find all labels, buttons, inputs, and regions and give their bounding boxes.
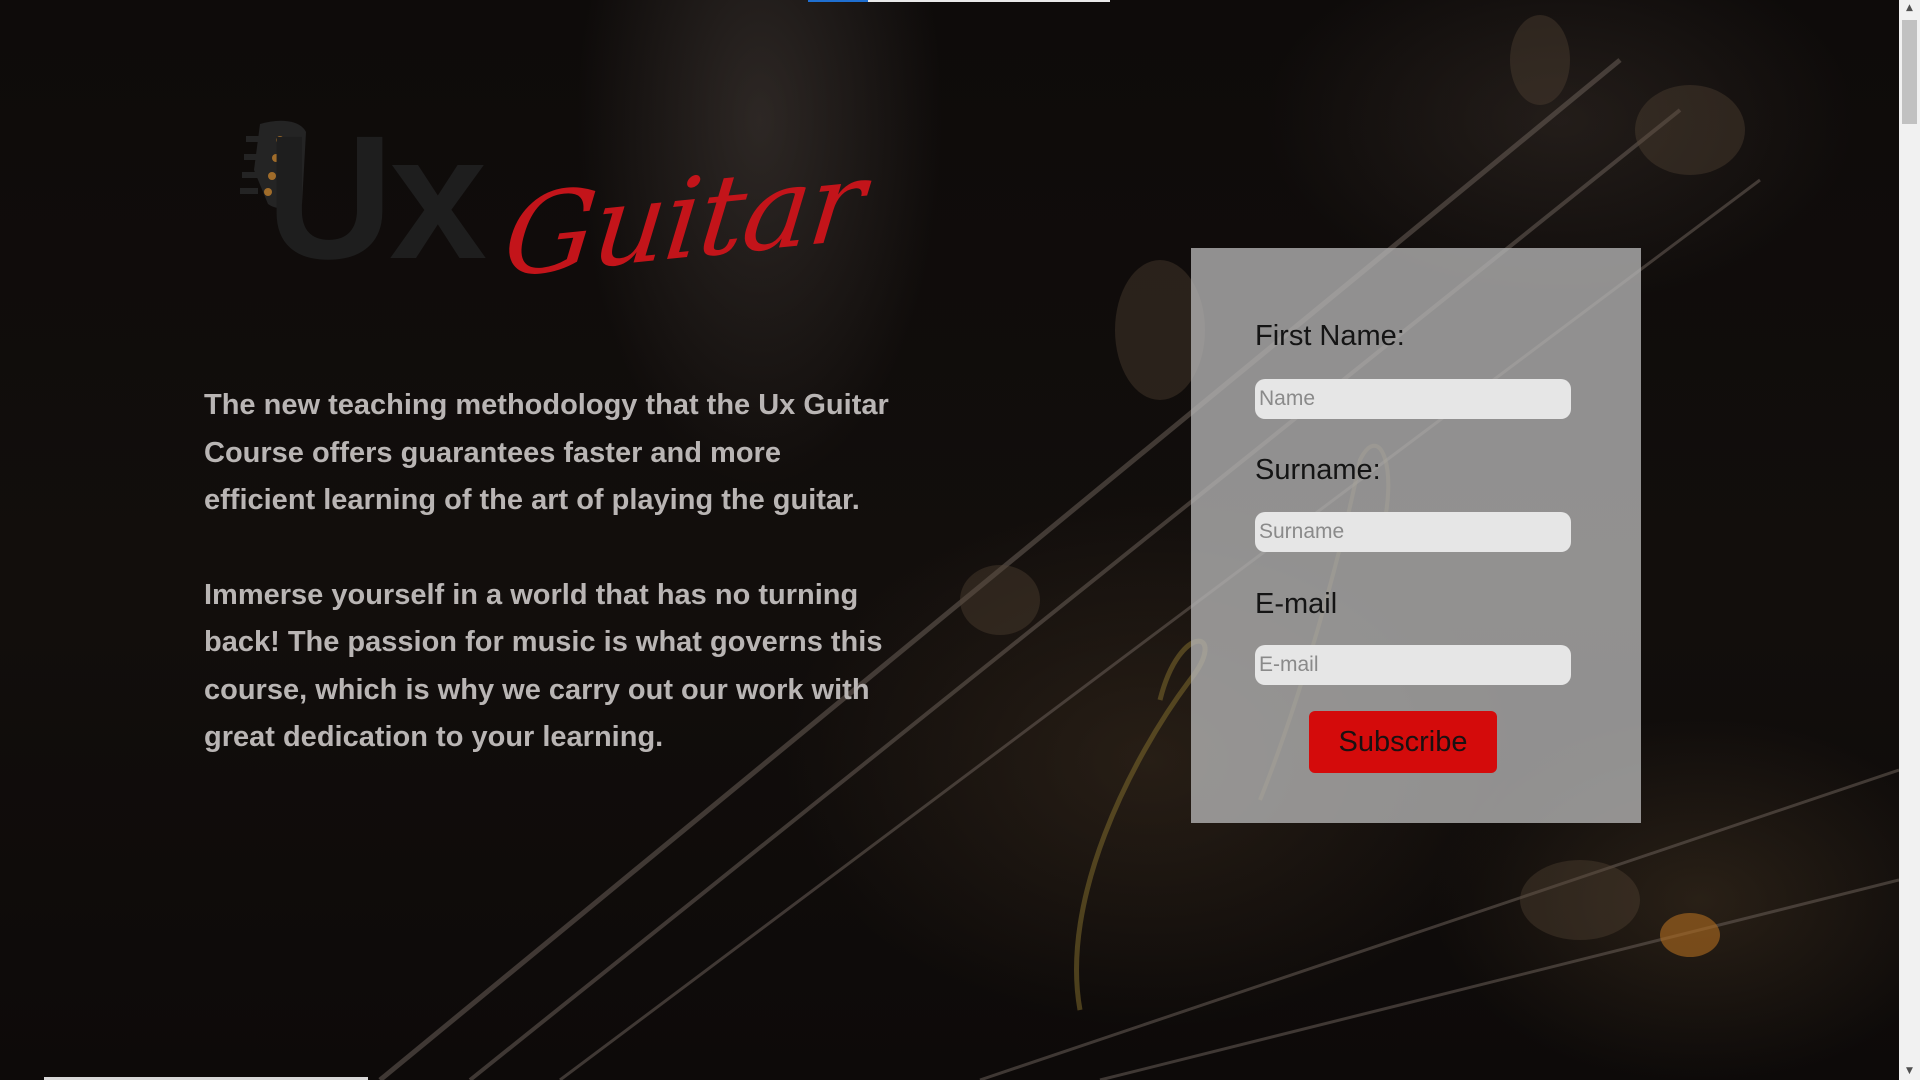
page-progress-bar	[808, 0, 1110, 2]
surname-label: Surname:	[1255, 454, 1381, 486]
intro-copy: The new teaching methodology that the Ux…	[204, 382, 894, 809]
email-label: E-mail	[1255, 588, 1338, 620]
subscribe-form: First Name: Surname: E-mail Subscribe	[1191, 248, 1641, 823]
surname-input[interactable]	[1255, 512, 1571, 552]
scrollbar-thumb[interactable]	[1902, 20, 1917, 124]
vertical-scrollbar[interactable]: ▲ ▼	[1899, 0, 1920, 1080]
intro-paragraph-2: Immerse yourself in a world that has no …	[204, 578, 883, 754]
page-progress-fill	[808, 0, 868, 2]
site-logo: Ux Guitar	[240, 100, 869, 330]
arrow-up-icon[interactable]: ▲	[1899, 0, 1920, 17]
first-name-label: First Name:	[1255, 320, 1405, 352]
logo-ux-text: Ux	[266, 100, 487, 296]
intro-paragraph-1: The new teaching methodology that the Ux…	[204, 389, 889, 516]
email-input[interactable]	[1255, 645, 1571, 685]
first-name-input[interactable]	[1255, 379, 1571, 419]
arrow-down-icon[interactable]: ▼	[1899, 1063, 1920, 1080]
subscribe-button[interactable]: Subscribe	[1309, 711, 1497, 773]
